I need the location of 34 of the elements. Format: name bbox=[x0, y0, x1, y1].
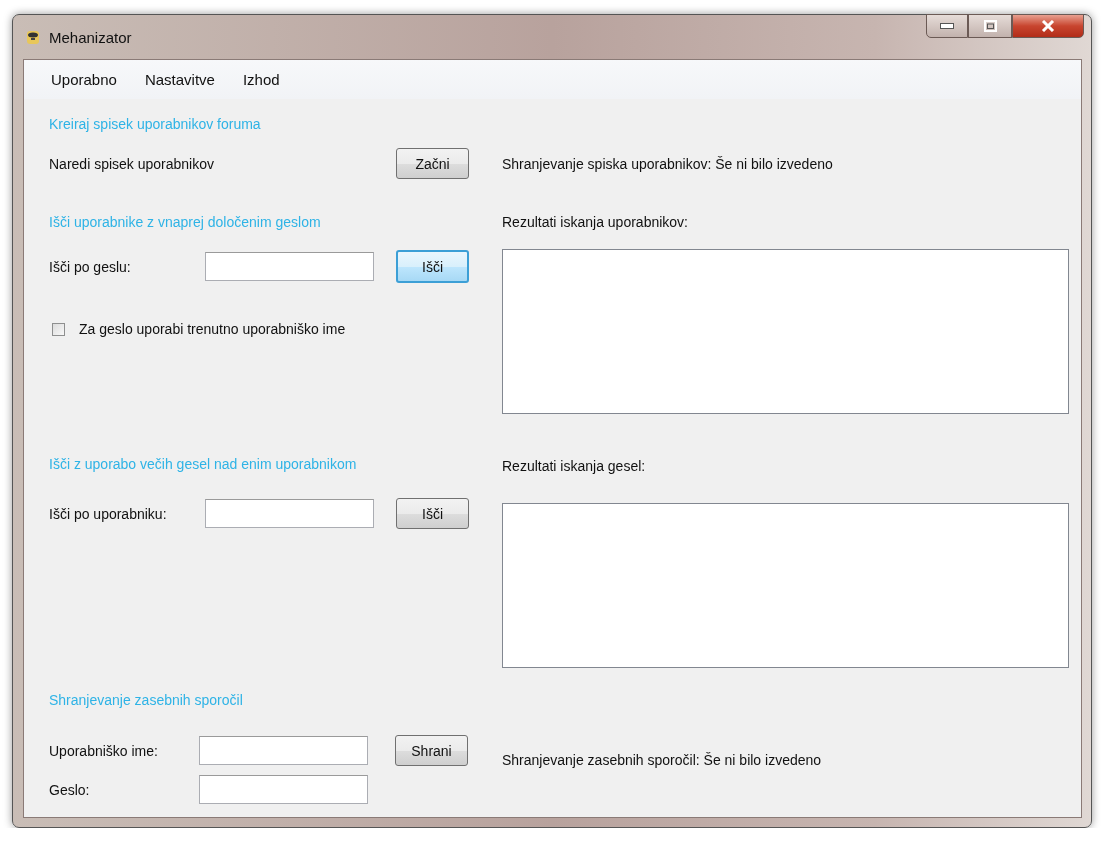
text-field[interactable] bbox=[199, 736, 368, 765]
checkbox-label: Za geslo uporabi trenutno uporabniško ime bbox=[79, 320, 346, 339]
button[interactable]: Začni bbox=[396, 148, 469, 179]
status-text: Shranjevanje zasebnih sporočil: Še ni bilo izvedeno bbox=[502, 751, 823, 770]
button[interactable]: Išči bbox=[396, 250, 469, 283]
text-field[interactable] bbox=[199, 775, 368, 804]
menu-item[interactable]: Nastavitve bbox=[142, 69, 217, 90]
results-label: Rezultati iskanja gesel: bbox=[502, 457, 647, 476]
menu-item[interactable]: Uporabno bbox=[49, 69, 119, 90]
field-label: Uporabniško ime: bbox=[49, 742, 159, 759]
field-label: Išči po geslu: bbox=[49, 258, 132, 275]
section-heading: Išči z uporabo večih gesel nad enim uporabnikom bbox=[49, 455, 358, 474]
maximize-button[interactable] bbox=[968, 14, 1012, 38]
status-text: Shranjevanje spiska uporabnikov: Še ni bilo izvedeno bbox=[502, 155, 834, 174]
close-icon bbox=[1041, 20, 1055, 32]
text-field[interactable] bbox=[205, 252, 374, 281]
window-title: Mehanizator bbox=[49, 28, 132, 46]
section-heading: Kreiraj spisek uporabnikov foruma bbox=[49, 115, 262, 134]
app-icon bbox=[25, 29, 41, 45]
section-heading: Shranjevanje zasebnih sporočil bbox=[49, 691, 244, 710]
checkbox[interactable] bbox=[52, 322, 65, 336]
button[interactable]: Shrani bbox=[395, 735, 468, 766]
field-label: Naredi spisek uporabnikov bbox=[49, 155, 215, 172]
button[interactable]: Išči bbox=[396, 498, 469, 529]
results-label: Rezultati iskanja uporabnikov: bbox=[502, 213, 689, 232]
maximize-icon bbox=[983, 20, 997, 32]
section-heading: Išči uporabnike z vnaprej določenim geslom bbox=[49, 213, 322, 232]
field-label: Išči po uporabniku: bbox=[49, 505, 168, 522]
field-label: Geslo: bbox=[49, 781, 91, 798]
menu-item[interactable]: Izhod bbox=[240, 69, 282, 90]
minimize-button[interactable] bbox=[926, 14, 968, 38]
text-field[interactable] bbox=[205, 499, 374, 528]
minimize-icon bbox=[940, 23, 954, 29]
close-button[interactable] bbox=[1012, 14, 1084, 38]
